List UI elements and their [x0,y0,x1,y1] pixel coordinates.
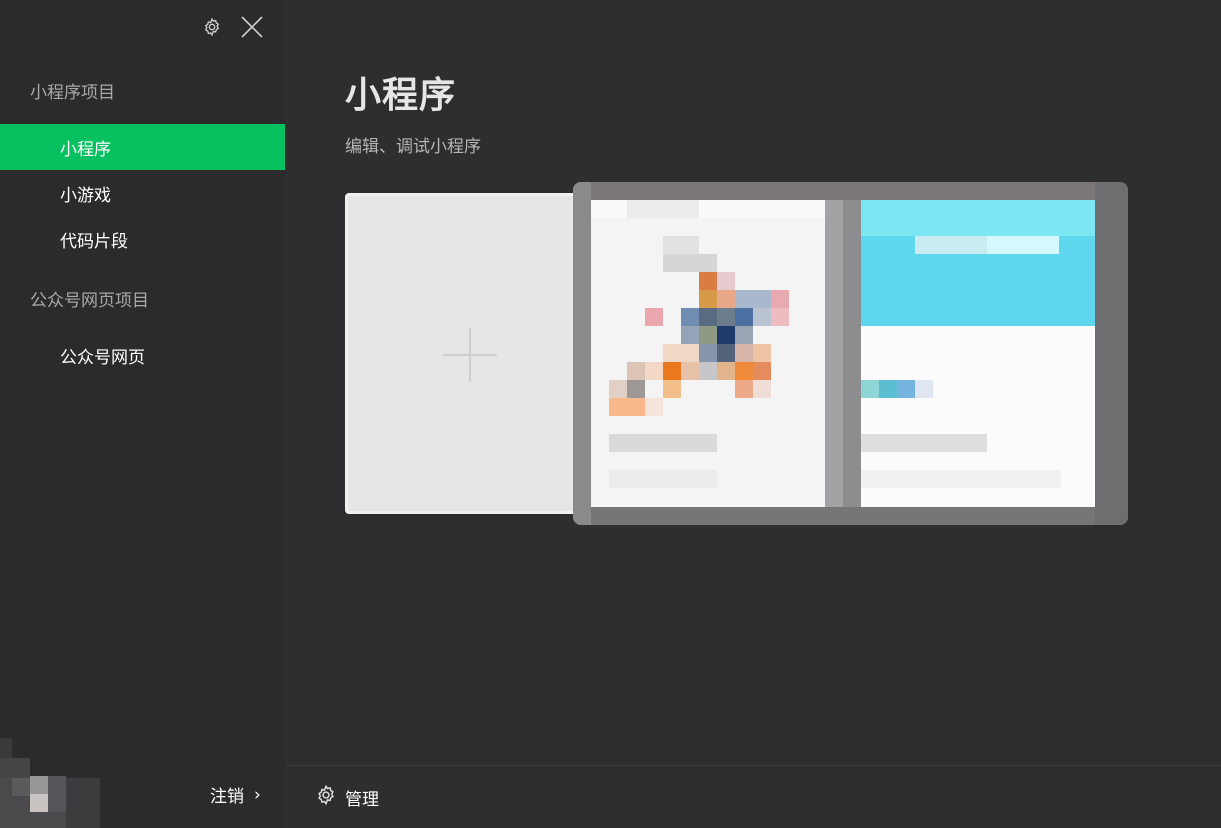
gear-icon [315,784,337,811]
plus-icon-vertical [469,328,471,382]
footer-bar: 管理 [285,765,1221,828]
logout-label: 注销 [210,787,244,807]
section-title-official: 公众号网页项目 [30,291,149,311]
avatar[interactable] [0,738,100,828]
sidebar-item-code-snippets[interactable]: 代码片段 [0,216,285,262]
sidebar-item-miniprogram[interactable]: 小程序 [0,124,285,170]
page-subtitle: 编辑、调试小程序 [345,137,481,157]
page-title: 小程序 [345,75,457,116]
sidebar-item-minigame[interactable]: 小游戏 [0,170,285,216]
section-title-miniprogram: 小程序项目 [30,83,115,103]
gear-icon[interactable] [199,14,225,40]
sidebar-item-label: 代码片段 [60,231,128,252]
sidebar-item-label: 小程序 [60,139,111,160]
new-project-button[interactable] [345,193,605,514]
close-icon[interactable] [239,14,265,40]
manage-button[interactable]: 管理 [315,784,379,811]
sidebar-item-label: 小游戏 [60,185,111,206]
logout-button[interactable]: 注销 › [210,782,261,808]
chevron-right-icon: › [254,784,261,805]
sidebar-item-label: 公众号网页 [60,347,145,368]
sidebar-item-official-webpage[interactable]: 公众号网页 [0,332,285,378]
manage-label: 管理 [345,790,379,810]
app-window: 小程序项目 小程序 小游戏 代码片段 公众号网页项目 公众号网页 注销 › 小程… [0,0,1221,828]
window-controls [199,14,265,40]
project-preview-image [573,182,1128,525]
main-panel: 小程序 编辑、调试小程序 [285,0,1221,765]
sidebar: 小程序项目 小程序 小游戏 代码片段 公众号网页项目 公众号网页 注销 › [0,0,285,828]
